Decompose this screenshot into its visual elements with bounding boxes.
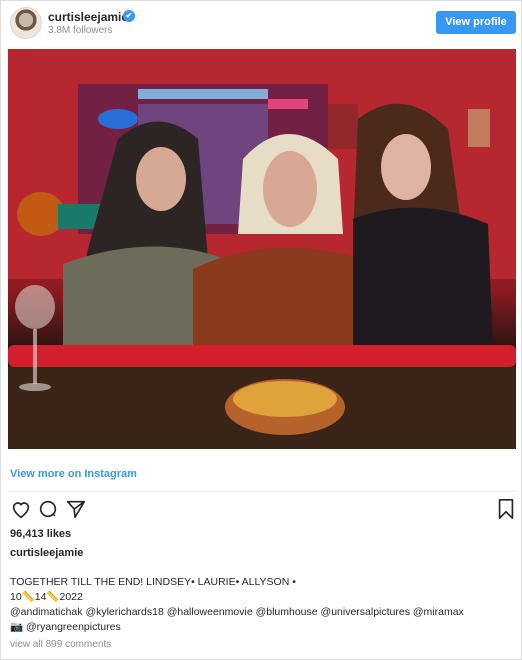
instagram-embed-card: curtisleejamie ✔ 3.8M followers View pro… [0, 0, 522, 660]
view-more-link[interactable]: View more on Instagram [10, 468, 137, 480]
username-link[interactable]: curtisleejamie [48, 10, 128, 24]
post-header: curtisleejamie ✔ 3.8M followers View pro… [1, 1, 521, 47]
view-profile-button[interactable]: View profile [436, 11, 516, 34]
view-all-comments-link[interactable]: view all 899 comments [10, 639, 111, 650]
comment-icon[interactable] [37, 498, 59, 520]
caption-line: 10📏14📏2022 [10, 591, 83, 603]
caption-line: TOGETHER TILL THE END! LINDSEY• LAURIE• … [10, 576, 296, 588]
likes-count[interactable]: 96,413 likes [10, 528, 71, 540]
photo-credit[interactable]: 📷 @ryangreenpictures [10, 620, 515, 635]
followers-count: 3.8M followers [48, 25, 113, 36]
caption-text: TOGETHER TILL THE END! LINDSEY• LAURIE• … [10, 575, 515, 635]
photo-image [8, 49, 516, 449]
verified-badge-icon: ✔ [123, 10, 135, 22]
bookmark-icon[interactable] [496, 498, 518, 520]
share-icon[interactable] [65, 498, 87, 520]
heart-icon[interactable] [10, 498, 32, 520]
avatar[interactable] [10, 7, 42, 39]
divider [8, 491, 516, 492]
action-bar [8, 498, 516, 522]
caption-username[interactable]: curtisleejamie [10, 547, 83, 559]
caption-mentions[interactable]: @andimatichak @kylerichards18 @halloween… [10, 605, 515, 620]
post-photo[interactable] [8, 49, 516, 449]
